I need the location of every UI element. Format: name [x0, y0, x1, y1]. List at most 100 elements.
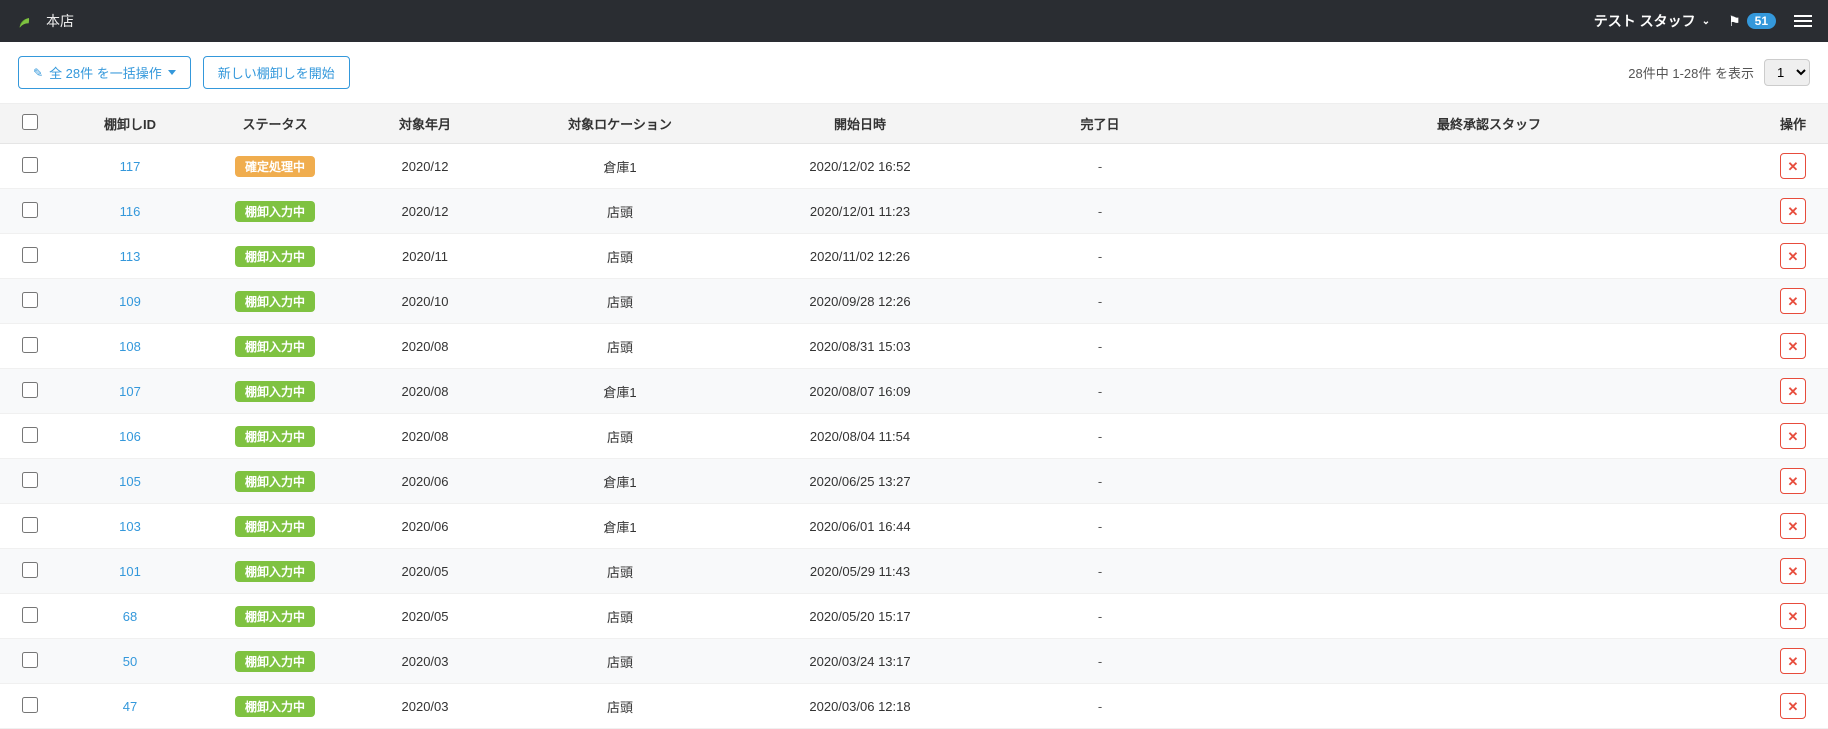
toolbar-left: ✎ 全 28件 を一括操作 新しい棚卸しを開始	[18, 56, 350, 89]
cell-start: 2020/12/01 11:23	[740, 189, 980, 234]
cell-start: 2020/12/02 16:52	[740, 144, 980, 189]
cell-location: 店頭	[500, 549, 740, 594]
col-header-location: 対象ロケーション	[500, 104, 740, 144]
delete-button[interactable]: ✕	[1780, 198, 1806, 224]
stocktake-id-link[interactable]: 117	[120, 159, 141, 174]
stocktake-id-link[interactable]: 116	[120, 204, 141, 219]
delete-button[interactable]: ✕	[1780, 378, 1806, 404]
row-checkbox[interactable]	[22, 292, 38, 308]
delete-button[interactable]: ✕	[1780, 558, 1806, 584]
cell-staff	[1220, 144, 1758, 189]
cell-ym: 2020/12	[350, 144, 500, 189]
cell-complete: -	[980, 234, 1220, 279]
stocktake-id-link[interactable]: 106	[119, 429, 141, 444]
cell-ym: 2020/06	[350, 504, 500, 549]
table-row: 113 棚卸入力中 2020/11店頭2020/11/02 12:26- ✕	[0, 234, 1828, 279]
cell-ym: 2020/06	[350, 459, 500, 504]
row-checkbox[interactable]	[22, 337, 38, 353]
cell-start: 2020/08/31 15:03	[740, 324, 980, 369]
cell-location: 倉庫1	[500, 504, 740, 549]
table-row: 109棚卸入力中2020/10店頭2020/09/28 12:26-✕	[0, 279, 1828, 324]
cell-ym: 2020/10	[350, 279, 500, 324]
cell-ym: 2020/08	[350, 369, 500, 414]
stocktake-id-link[interactable]: 103	[119, 519, 141, 534]
stocktake-id-link[interactable]: 50	[123, 654, 137, 669]
col-header-id: 棚卸しID	[60, 104, 200, 144]
caret-down-icon	[168, 70, 176, 75]
notification-badge: 51	[1747, 13, 1776, 29]
cell-complete: -	[980, 279, 1220, 324]
cell-complete: -	[980, 369, 1220, 414]
notifications[interactable]: ⚑ 51	[1728, 13, 1776, 30]
new-stocktake-label: 新しい棚卸しを開始	[218, 63, 335, 82]
stocktake-table: 棚卸しID ステータス 対象年月 対象ロケーション 開始日時 完了日 最終承認ス…	[0, 104, 1828, 729]
cell-complete: -	[980, 414, 1220, 459]
row-checkbox[interactable]	[22, 517, 38, 533]
cell-location: 店頭	[500, 324, 740, 369]
row-checkbox[interactable]	[22, 562, 38, 578]
table-row: 106棚卸入力中2020/08店頭2020/08/04 11:54-✕	[0, 414, 1828, 459]
row-checkbox[interactable]	[22, 157, 38, 173]
cell-location: 倉庫1	[500, 459, 740, 504]
status-badge: 確定処理中	[235, 156, 315, 177]
status-badge: 棚卸入力中	[235, 336, 315, 357]
cell-start: 2020/09/28 12:26	[740, 279, 980, 324]
row-checkbox[interactable]	[22, 472, 38, 488]
stocktake-id-link[interactable]: 68	[123, 609, 137, 624]
store-name[interactable]: 本店	[46, 11, 74, 31]
cell-location: 店頭	[500, 234, 740, 279]
stocktake-id-link[interactable]: 108	[119, 339, 141, 354]
delete-button[interactable]: ✕	[1780, 468, 1806, 494]
delete-button[interactable]: ✕	[1780, 288, 1806, 314]
row-checkbox[interactable]	[22, 382, 38, 398]
row-checkbox[interactable]	[22, 427, 38, 443]
menu-icon[interactable]	[1794, 15, 1812, 27]
delete-button[interactable]: ✕	[1780, 648, 1806, 674]
cell-location: 店頭	[500, 639, 740, 684]
table-row: 116棚卸入力中2020/12店頭2020/12/01 11:23-✕	[0, 189, 1828, 234]
select-all-checkbox[interactable]	[22, 114, 38, 130]
stocktake-id-link[interactable]: 109	[119, 294, 141, 309]
delete-button[interactable]: ✕	[1780, 243, 1806, 269]
topbar-right: テスト スタッフ ⌄ ⚑ 51	[1594, 11, 1812, 31]
status-badge: 棚卸入力中	[235, 516, 315, 537]
delete-button[interactable]: ✕	[1780, 333, 1806, 359]
row-checkbox[interactable]	[22, 652, 38, 668]
cell-staff	[1220, 279, 1758, 324]
stocktake-id-link[interactable]: 105	[119, 474, 141, 489]
cell-complete: -	[980, 144, 1220, 189]
delete-button[interactable]: ✕	[1780, 423, 1806, 449]
bulk-action-label: 全 28件 を一括操作	[49, 63, 162, 82]
cell-ym: 2020/11	[350, 234, 500, 279]
cell-complete: -	[980, 504, 1220, 549]
stocktake-id-link[interactable]: 101	[119, 564, 141, 579]
status-badge: 棚卸入力中	[235, 606, 315, 627]
row-checkbox[interactable]	[22, 247, 38, 263]
cell-location: 店頭	[500, 189, 740, 234]
delete-button[interactable]: ✕	[1780, 513, 1806, 539]
status-badge: 棚卸入力中	[235, 246, 315, 267]
cell-staff	[1220, 324, 1758, 369]
cell-start: 2020/08/04 11:54	[740, 414, 980, 459]
cell-start: 2020/11/02 12:26	[740, 234, 980, 279]
row-checkbox[interactable]	[22, 697, 38, 713]
row-checkbox[interactable]	[22, 202, 38, 218]
bulk-action-button[interactable]: ✎ 全 28件 を一括操作	[18, 56, 191, 89]
cell-staff	[1220, 639, 1758, 684]
stocktake-id-link[interactable]: 47	[123, 699, 137, 714]
stocktake-id-link[interactable]: 107	[119, 384, 141, 399]
page-select[interactable]: 1	[1764, 59, 1810, 86]
cell-staff	[1220, 594, 1758, 639]
cell-complete: -	[980, 459, 1220, 504]
cell-ym: 2020/05	[350, 594, 500, 639]
cell-staff	[1220, 459, 1758, 504]
delete-button[interactable]: ✕	[1780, 153, 1806, 179]
delete-button[interactable]: ✕	[1780, 693, 1806, 719]
status-badge: 棚卸入力中	[235, 381, 315, 402]
new-stocktake-button[interactable]: 新しい棚卸しを開始	[203, 56, 350, 89]
user-dropdown[interactable]: テスト スタッフ ⌄	[1594, 11, 1710, 31]
cell-location: 店頭	[500, 684, 740, 729]
delete-button[interactable]: ✕	[1780, 603, 1806, 629]
stocktake-id-link[interactable]: 113	[120, 249, 141, 264]
row-checkbox[interactable]	[22, 607, 38, 623]
